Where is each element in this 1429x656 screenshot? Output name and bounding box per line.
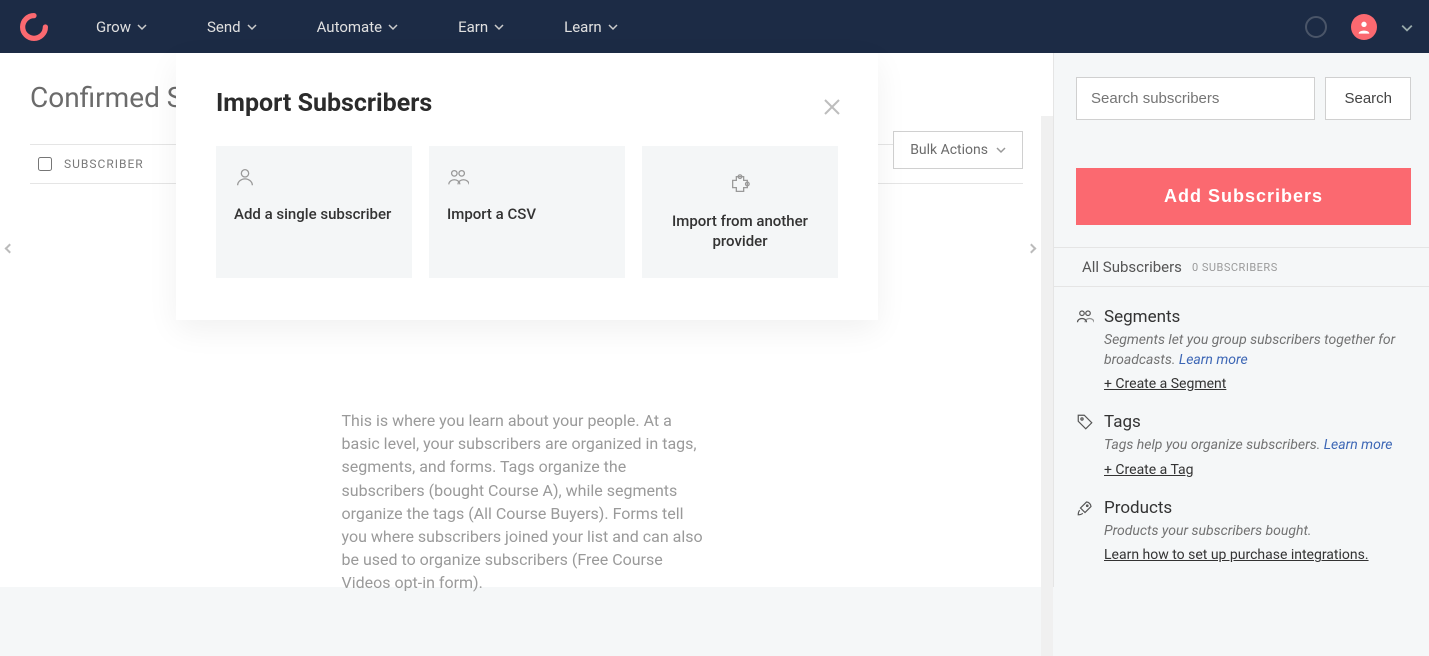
nav-label: Automate xyxy=(317,18,382,36)
products-title: Products xyxy=(1104,498,1172,518)
nav-label: Send xyxy=(207,18,241,36)
chevron-down-icon xyxy=(137,22,147,32)
chevron-down-icon[interactable] xyxy=(1401,22,1411,32)
avatar[interactable] xyxy=(1351,14,1377,40)
tags-desc: Tags help you organize subscribers. Lear… xyxy=(1104,436,1411,456)
nav-automate[interactable]: Automate xyxy=(317,18,398,36)
all-subscribers-label: All Subscribers xyxy=(1082,258,1182,276)
nav-label: Learn xyxy=(564,18,602,36)
add-subscribers-button[interactable]: Add Subscribers xyxy=(1076,168,1411,225)
chevron-down-icon xyxy=(494,22,504,32)
loading-icon xyxy=(1305,16,1327,38)
nav-earn[interactable]: Earn xyxy=(458,18,504,36)
bulk-actions-label: Bulk Actions xyxy=(910,142,988,158)
create-tag-link[interactable]: + Create a Tag xyxy=(1104,462,1194,478)
nav-label: Grow xyxy=(96,18,131,36)
card-label: Add a single subscriber xyxy=(234,204,394,224)
logo[interactable] xyxy=(20,13,48,41)
create-segment-link[interactable]: + Create a Segment xyxy=(1104,376,1226,392)
card-label: Import a CSV xyxy=(447,204,607,224)
nav-grow[interactable]: Grow xyxy=(96,18,147,36)
nav-learn[interactable]: Learn xyxy=(564,18,618,36)
scrollbar[interactable] xyxy=(1041,116,1053,656)
select-all-checkbox[interactable] xyxy=(38,157,52,171)
segments-section: Segments Segments let you group subscrib… xyxy=(1076,307,1411,392)
segments-icon xyxy=(1076,308,1094,326)
chevron-down-icon xyxy=(996,145,1006,155)
segments-learn-more-link[interactable]: Learn more xyxy=(1179,352,1248,368)
card-label: Import from another provider xyxy=(660,211,820,252)
rocket-icon xyxy=(1076,499,1094,517)
import-csv-card[interactable]: Import a CSV xyxy=(429,146,625,278)
nav-send[interactable]: Send xyxy=(207,18,257,36)
help-text: This is where you learn about your peopl… xyxy=(342,409,712,595)
chevron-down-icon xyxy=(608,22,618,32)
chevron-down-icon xyxy=(388,22,398,32)
search-input[interactable] xyxy=(1076,77,1315,120)
search-button[interactable]: Search xyxy=(1325,77,1411,120)
puzzle-icon xyxy=(729,173,751,197)
segments-desc: Segments let you group subscribers toget… xyxy=(1104,331,1411,370)
all-subscribers-row[interactable]: All Subscribers 0 SUBSCRIBERS xyxy=(1054,247,1429,287)
all-subscribers-count: 0 SUBSCRIBERS xyxy=(1192,261,1278,274)
person-icon xyxy=(234,166,394,190)
bulk-actions-button[interactable]: Bulk Actions xyxy=(893,131,1023,169)
products-learn-link[interactable]: Learn how to set up purchase integration… xyxy=(1104,547,1369,563)
nav-label: Earn xyxy=(458,18,488,36)
right-sidebar: Search Add Subscribers All Subscribers 0… xyxy=(1053,53,1429,587)
import-provider-card[interactable]: Import from another provider xyxy=(642,146,838,278)
column-header-subscriber: SUBSCRIBER xyxy=(64,157,144,171)
products-section: Products Products your subscribers bough… xyxy=(1076,498,1411,564)
tag-icon xyxy=(1076,413,1094,431)
modal-title: Import Subscribers xyxy=(216,89,838,118)
segments-title: Segments xyxy=(1104,307,1180,327)
tags-title: Tags xyxy=(1104,412,1141,432)
chevron-down-icon xyxy=(247,22,257,32)
tags-learn-more-link[interactable]: Learn more xyxy=(1324,437,1393,453)
tags-section: Tags Tags help you organize subscribers.… xyxy=(1076,412,1411,478)
products-desc: Products your subscribers bought. xyxy=(1104,522,1411,542)
top-nav: Grow Send Automate Earn Learn xyxy=(0,0,1429,53)
people-icon xyxy=(447,166,607,190)
scroll-left-icon[interactable] xyxy=(5,244,15,254)
close-icon[interactable] xyxy=(822,97,842,121)
import-subscribers-modal: Import Subscribers Add a single subscrib… xyxy=(176,53,878,320)
add-single-subscriber-card[interactable]: Add a single subscriber xyxy=(216,146,412,278)
